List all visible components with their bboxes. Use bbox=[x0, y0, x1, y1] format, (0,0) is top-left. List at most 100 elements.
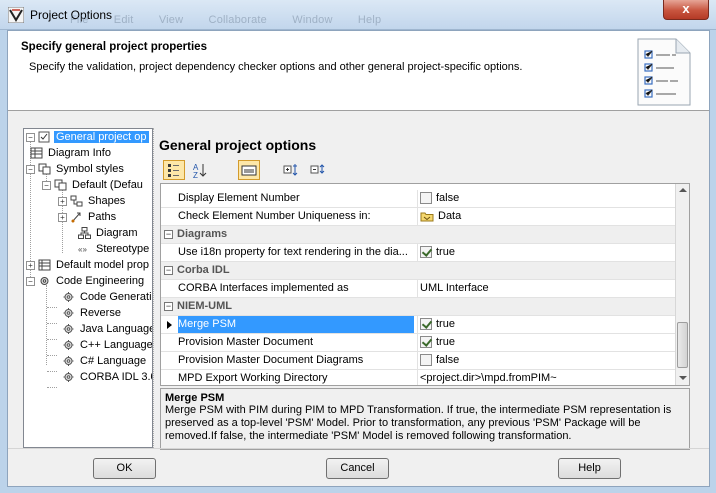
tree-item-label: Default (Defau bbox=[72, 179, 143, 191]
property-row[interactable]: Use i18n property for text rendering in … bbox=[161, 244, 675, 262]
categorized-view-icon bbox=[168, 164, 179, 177]
ok-button[interactable]: OK bbox=[93, 458, 156, 479]
tree-item-label: Diagram Info bbox=[48, 147, 111, 159]
tree-item[interactable]: Diagram bbox=[74, 225, 140, 241]
expand-all-icon bbox=[283, 164, 298, 176]
property-name-text: Provision Master Document Diagrams bbox=[178, 354, 364, 366]
bg-menu-file: File bbox=[70, 14, 89, 26]
options-tree[interactable]: − General project op Diagram Info − Symbol s… bbox=[23, 128, 153, 448]
tree-item[interactable]: Diagram Info bbox=[26, 145, 113, 161]
tree-item[interactable]: CORBA IDL 3.0 bbox=[58, 369, 152, 385]
category-collapse-icon[interactable]: − bbox=[164, 229, 173, 239]
tree-item[interactable]: Reverse bbox=[58, 305, 123, 321]
property-name-text: CORBA Interfaces implemented as bbox=[178, 282, 349, 294]
table-icon bbox=[30, 147, 43, 159]
svg-text:«»: «» bbox=[78, 245, 87, 254]
tree-item[interactable]: C# Language bbox=[58, 353, 148, 369]
code-engineering-icon bbox=[38, 275, 51, 287]
tree-item-label: General project op bbox=[54, 131, 149, 143]
gear-icon bbox=[62, 355, 75, 367]
property-category-row[interactable]: − NIEM-UML bbox=[161, 298, 675, 316]
property-value[interactable]: true bbox=[417, 334, 673, 351]
value-checkbox[interactable] bbox=[420, 318, 432, 331]
tree-item-label: Symbol styles bbox=[56, 163, 124, 175]
categorized-view-button[interactable] bbox=[163, 160, 185, 180]
properties-grid[interactable]: MPD Export Working Directory <project.dir… bbox=[160, 183, 690, 386]
value-checkbox[interactable] bbox=[420, 354, 432, 367]
property-name-text: Corba IDL bbox=[177, 264, 230, 276]
property-value-text: Data bbox=[438, 210, 462, 222]
background-menu: File Edit View Collaborate Window Help bbox=[70, 14, 403, 26]
value-checkbox[interactable] bbox=[420, 336, 432, 349]
tree-item[interactable]: − Default (Defau bbox=[42, 177, 145, 193]
property-row[interactable]: Provision Master Document true bbox=[161, 334, 675, 352]
collapse-all-button[interactable] bbox=[307, 160, 329, 180]
property-row[interactable]: Check Element Number Uniqueness in: Data bbox=[161, 208, 675, 226]
property-value[interactable]: <project.dir>\mpd.fromPIM~ bbox=[417, 370, 673, 385]
close-button[interactable]: x bbox=[663, 0, 709, 20]
expand-icon[interactable]: + bbox=[58, 212, 67, 222]
property-row[interactable]: Merge PSM true bbox=[161, 316, 675, 334]
category-collapse-icon[interactable]: − bbox=[164, 265, 173, 275]
scroll-up-icon[interactable] bbox=[679, 188, 687, 192]
tree-item-label: C# Language bbox=[80, 355, 147, 367]
tree-item[interactable]: − General project op bbox=[26, 129, 149, 145]
cancel-button[interactable]: Cancel bbox=[326, 458, 389, 479]
expand-icon[interactable]: + bbox=[26, 260, 35, 270]
property-row[interactable]: Provision Master Document Diagrams false bbox=[161, 352, 675, 370]
model-properties-icon bbox=[38, 259, 51, 271]
property-value[interactable]: UML Interface bbox=[417, 280, 673, 297]
property-value-text: false bbox=[436, 192, 460, 204]
tree-item[interactable]: «» Stereotype bbox=[74, 241, 151, 257]
grid-vertical-scrollbar[interactable] bbox=[675, 184, 689, 385]
scroll-down-icon[interactable] bbox=[679, 376, 687, 380]
property-row[interactable]: Display Element Number false bbox=[161, 190, 675, 208]
tree-item[interactable]: Java Language bbox=[58, 321, 152, 337]
tree-item[interactable]: C++ Language bbox=[58, 337, 152, 353]
collapse-icon[interactable]: − bbox=[26, 276, 35, 286]
property-value-text: true bbox=[436, 246, 455, 258]
sort-alphabetically-icon: A Z bbox=[193, 163, 207, 180]
collapse-icon[interactable]: − bbox=[26, 132, 35, 142]
app-logo-icon bbox=[8, 7, 24, 23]
property-name-text: Diagrams bbox=[177, 228, 228, 240]
property-value[interactable]: true bbox=[417, 244, 673, 261]
tree-item-label: Shapes bbox=[88, 195, 126, 207]
expand-all-button[interactable] bbox=[280, 160, 302, 180]
property-row[interactable]: MPD Export Working Directory <project.dir… bbox=[161, 370, 675, 385]
tree-item-label: Code Engineering bbox=[56, 275, 145, 287]
tree-item[interactable]: − Code Engineering bbox=[26, 273, 146, 289]
property-category-row[interactable]: − Diagrams bbox=[161, 226, 675, 244]
property-row[interactable]: CORBA Interfaces implemented as UML Inter… bbox=[161, 280, 675, 298]
property-value-text: <project.dir>\mpd.fromPIM~ bbox=[420, 372, 557, 384]
tree-splitter[interactable] bbox=[153, 128, 157, 448]
help-button[interactable]: Help bbox=[558, 458, 621, 479]
collapse-icon[interactable]: − bbox=[26, 164, 35, 174]
banner-title: Specify general project properties bbox=[21, 41, 207, 53]
value-checkbox[interactable] bbox=[420, 192, 432, 205]
tree-item-label: Stereotype bbox=[96, 243, 150, 255]
show-properties-button[interactable] bbox=[238, 160, 260, 180]
tree-item[interactable]: + Default model prop bbox=[26, 257, 151, 273]
property-name-text: Check Element Number Uniqueness in: bbox=[178, 210, 371, 222]
title-bar: Project Options File Edit View Collabora… bbox=[0, 0, 716, 30]
value-checkbox[interactable] bbox=[420, 246, 432, 259]
tree-item[interactable]: − Symbol styles bbox=[26, 161, 126, 177]
category-collapse-icon[interactable]: − bbox=[164, 301, 173, 311]
expand-icon[interactable]: + bbox=[58, 196, 67, 206]
scroll-thumb[interactable] bbox=[677, 322, 688, 368]
tree-item[interactable]: + Shapes bbox=[58, 193, 127, 209]
collapse-icon[interactable]: − bbox=[42, 180, 51, 190]
property-name: Provision Master Document Diagrams bbox=[178, 352, 414, 369]
property-name: − NIEM-UML bbox=[164, 298, 400, 315]
property-value[interactable]: true bbox=[417, 316, 673, 333]
sort-alphabetically-button[interactable]: A Z bbox=[189, 160, 211, 180]
property-name: Merge PSM bbox=[178, 316, 414, 333]
property-value[interactable]: false bbox=[417, 190, 673, 207]
property-value[interactable]: Data bbox=[417, 208, 673, 225]
tree-item[interactable]: + Paths bbox=[58, 209, 118, 225]
property-value[interactable]: false bbox=[417, 352, 673, 369]
tree-item[interactable]: Code Generatio bbox=[58, 289, 152, 305]
property-category-row[interactable]: − Corba IDL bbox=[161, 262, 675, 280]
symbol-styles-icon bbox=[38, 163, 51, 175]
